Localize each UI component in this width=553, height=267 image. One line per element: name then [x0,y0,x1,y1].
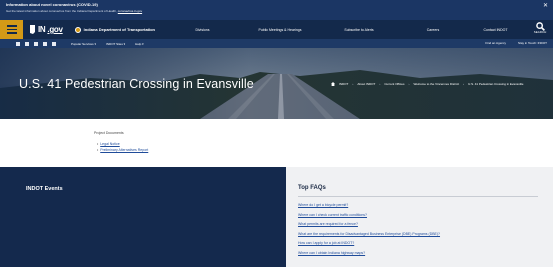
breadcrumb-separator: › [352,82,354,86]
nav-subscribe-alerts[interactable]: Subscribe to Alerts [320,28,398,32]
breadcrumb-about[interactable]: About INDOT [357,82,375,86]
breadcrumb-vincennes[interactable]: Welcome to the Vincennes District [413,82,459,86]
events-panel: INDOT Events [0,167,286,267]
agency-label: Indiana Department of Transportation [83,27,155,32]
nav-careers[interactable]: Careers [398,28,468,32]
twitter-icon[interactable] [25,41,29,46]
breadcrumb-indot[interactable]: INDOT [339,82,348,86]
alert-text: Get the latest information about coronav… [6,8,547,14]
main-nav: Divisions Public Meetings & Hearings Sub… [165,28,523,32]
agency-name[interactable]: Indiana Department of Transportation [74,26,155,33]
youtube-icon[interactable] [34,41,38,46]
covid-alert-banner: Information about novel coronavirus (COV… [0,0,553,20]
faq-list: Where do I get a bicycle permit? Where c… [298,201,440,259]
faqs-panel: Top FAQs Where do I get a bicycle permit… [286,167,553,267]
hero-banner: U.S. 41 Pedestrian Crossing in Evansvill… [0,48,553,119]
print-icon[interactable] [52,41,56,46]
faq-item[interactable]: Where can I obtain Indiana highway maps? [298,249,440,259]
faq-item[interactable]: How can I apply for a job at INDOT? [298,239,440,249]
breadcrumb-separator: › [463,82,465,86]
faq-item[interactable]: Where can I check current traffic condit… [298,211,440,221]
home-icon[interactable] [331,82,335,86]
indiana-state-icon [30,25,35,34]
agency-seal-icon [74,26,81,33]
nav-public-meetings[interactable]: Public Meetings & Hearings [240,28,320,32]
faq-item[interactable]: Where do I get a bicycle permit? [298,201,440,211]
nav-divisions[interactable]: Divisions [165,28,240,32]
alert-message: Get the latest information about coronav… [6,9,117,13]
stay-in-touch-link[interactable]: Stay in Touch: INDOT [518,41,547,45]
find-agency-link[interactable]: Find an Agency [485,41,506,45]
sub-navigation: Popular Services ▾ INDOT Sites ▾ Help ▾ … [0,39,553,48]
project-documents-list: Legal Notice Preliminary Alternatives Re… [97,141,148,153]
alternatives-report-link[interactable]: Preliminary Alternatives Report [97,147,148,153]
breadcrumb: INDOT › About INDOT › Current Offices › … [331,82,523,86]
email-icon[interactable] [43,41,47,46]
faq-item[interactable]: What are the requirements for Disadvanta… [298,230,440,240]
subnav-right-links: Find an Agency Stay in Touch: INDOT [485,41,547,45]
events-heading: INDOT Events [26,186,63,192]
breadcrumb-separator: › [379,82,381,86]
search-button[interactable]: SEARCH [531,22,549,37]
alert-link[interactable]: coronavirus.in.gov [118,9,142,13]
page-title: U.S. 41 Pedestrian Crossing in Evansvill… [19,77,254,91]
popular-services-dropdown[interactable]: Popular Services ▾ [71,42,96,46]
logo-gov: .gov [47,25,63,34]
close-icon[interactable]: ✕ [543,3,548,9]
hamburger-icon[interactable] [0,20,23,39]
logo-in: IN [38,25,46,34]
nav-contact[interactable]: Contact INDOT [468,28,523,32]
divider [298,196,538,197]
breadcrumb-separator: › [408,82,410,86]
search-label: SEARCH [533,30,547,34]
breadcrumb-current-page: U.S. 41 Pedestrian Crossing in Evansvill… [468,82,524,86]
faqs-heading: Top FAQs [298,185,326,191]
top-navigation: IN .gov Indiana Department of Transportat… [0,20,553,39]
facebook-icon[interactable] [16,41,20,46]
main-content: Project Documents Legal Notice Prelimina… [0,119,553,167]
help-dropdown[interactable]: Help ▾ [135,42,144,46]
faq-item[interactable]: What permits are required for a fence? [298,220,440,230]
indot-sites-dropdown[interactable]: INDOT Sites ▾ [106,42,125,46]
breadcrumb-current-offices[interactable]: Current Offices [384,82,404,86]
project-documents-heading: Project Documents [94,131,124,135]
ingov-logo[interactable]: IN .gov [29,25,63,34]
